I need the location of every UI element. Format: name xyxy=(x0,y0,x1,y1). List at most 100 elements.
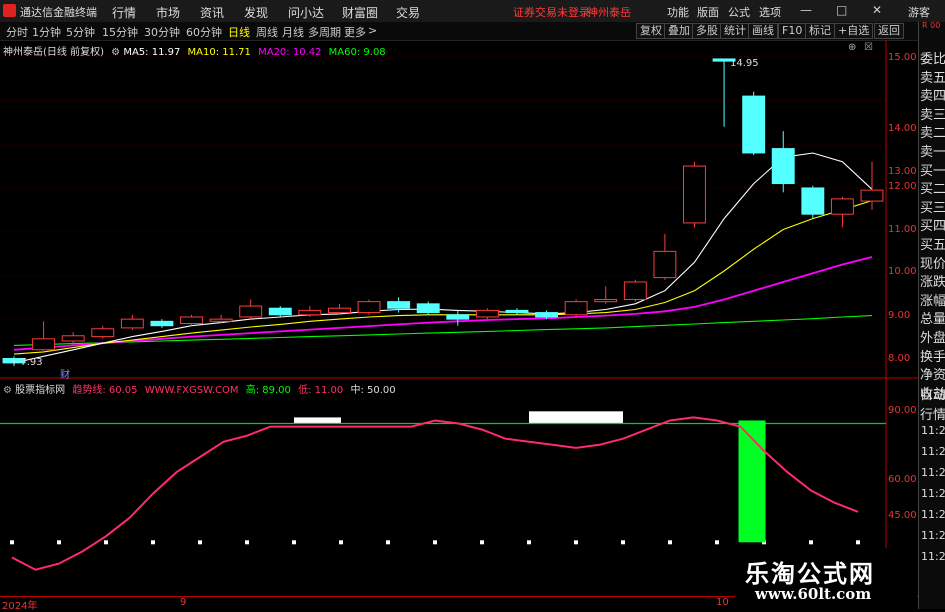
back-button[interactable]: 返回 xyxy=(874,23,904,39)
candle-body-13 xyxy=(387,301,411,309)
period-weekly[interactable]: 周线 xyxy=(256,24,278,40)
period-more[interactable]: 更多 xyxy=(344,24,366,40)
ma20-line xyxy=(13,256,873,351)
candle-body-21 xyxy=(623,281,647,300)
candle-body-4 xyxy=(120,318,144,329)
candle-body-1 xyxy=(32,338,56,351)
white-bar-1 xyxy=(529,411,623,424)
finance-marker[interactable]: 财 xyxy=(60,366,70,381)
panel-time-0: 11:26 xyxy=(921,424,945,437)
low-price-value: 7.93 xyxy=(20,357,43,368)
panel-item-17: 净资 xyxy=(920,368,945,384)
high-line-value: 高: 89.00 xyxy=(245,385,291,396)
panel-auto-item-1[interactable]: 行情 xyxy=(920,404,945,423)
mark-button[interactable]: 标记 xyxy=(805,23,835,39)
ind-tick-45: 45.00 xyxy=(888,510,917,521)
menu-hangqing[interactable]: 行情 xyxy=(112,4,136,21)
f10-button[interactable]: F10 xyxy=(778,23,807,39)
low-line-dot-30 xyxy=(715,540,719,545)
login-notice[interactable]: 证券交易未登录 xyxy=(513,4,590,20)
guest-user[interactable]: 游客 xyxy=(908,4,930,20)
menu-caifuquan[interactable]: 财富圈 xyxy=(342,4,378,21)
date-year: 2024年 xyxy=(2,601,38,612)
panel-time-4: 11:26 xyxy=(921,508,945,521)
panel-auto-item-0[interactable]: 自动 xyxy=(920,384,945,403)
panel-item-15: 外盘 xyxy=(920,331,945,346)
menu-xuanxiang[interactable]: 选项 xyxy=(759,4,781,20)
candle-body-2 xyxy=(61,335,85,342)
candle-body-29 xyxy=(860,189,884,202)
candle-body-7 xyxy=(209,318,233,322)
overlay-button[interactable]: 叠加 xyxy=(664,23,694,39)
period-fenshi[interactable]: 分时 xyxy=(6,24,28,40)
fuquan-button[interactable]: 复权 xyxy=(636,23,666,39)
date-month-10: 10 xyxy=(716,597,729,608)
low-line-dot-34 xyxy=(809,540,813,545)
multi-stock-button[interactable]: 多股 xyxy=(692,23,722,39)
menu-zixun[interactable]: 资讯 xyxy=(200,4,224,21)
chevron-right-icon[interactable]: > xyxy=(368,24,377,37)
candle-body-27 xyxy=(801,187,825,215)
menu-faxian[interactable]: 发现 xyxy=(244,4,268,21)
panel-time-1: 11:26 xyxy=(921,445,945,458)
watermark-url: www.60lt.com xyxy=(755,585,872,603)
price-tick-8: 8.00 xyxy=(888,353,911,364)
menu-wenxiaoda[interactable]: 问小达 xyxy=(288,4,324,21)
panel-item-5: 卖一 xyxy=(920,145,945,160)
candle-body-15 xyxy=(446,314,470,320)
menu-banmian[interactable]: 版面 xyxy=(697,4,719,20)
low-line-dot-28 xyxy=(668,540,672,545)
period-60min[interactable]: 60分钟 xyxy=(186,24,222,40)
kline-chart[interactable]: ↓ xyxy=(0,40,918,596)
low-line-dot-14 xyxy=(339,540,343,545)
period-monthly[interactable]: 月线 xyxy=(282,24,304,40)
period-30min[interactable]: 30分钟 xyxy=(144,24,180,40)
panel-item-14: 总量 xyxy=(920,312,945,328)
maximize-icon[interactable]: □ xyxy=(836,3,847,17)
draw-line-button[interactable]: 画线 xyxy=(748,23,778,39)
low-line-dot-4 xyxy=(104,540,108,545)
notice-stock-name: 神州泰岳 xyxy=(587,6,631,19)
add-watchlist-button[interactable]: +自选 xyxy=(834,23,874,39)
panel-item-16: 换手 xyxy=(920,349,945,365)
period-daily[interactable]: 日线 xyxy=(228,24,250,40)
price-tick-14: 14.00 xyxy=(888,123,917,134)
minimize-icon[interactable]: — xyxy=(800,3,812,17)
candle-body-25 xyxy=(742,95,766,154)
low-line-dot-24 xyxy=(574,540,578,545)
low-line-value: 低: 11.00 xyxy=(298,385,344,396)
indicator-legend: ⚙ 股票指标网 趋势线: 60.05 WWW.FXGSW.COM 高: 89.0… xyxy=(3,381,396,396)
candle-body-6 xyxy=(180,316,203,325)
menu-jiaoyi[interactable]: 交易 xyxy=(396,4,420,21)
candle-body-16 xyxy=(475,309,499,318)
low-line-dot-22 xyxy=(527,540,531,545)
panel-time-2: 11:26 xyxy=(921,466,945,479)
panel-item-3: 卖三 xyxy=(920,107,945,123)
price-tick-9: 9.00 xyxy=(888,310,911,321)
candle-body-9 xyxy=(268,307,292,316)
period-15min[interactable]: 15分钟 xyxy=(102,24,138,40)
panel-time-5: 11:26 xyxy=(921,529,945,542)
statistics-button[interactable]: 统计 xyxy=(720,23,750,39)
close-icon[interactable]: ✕ xyxy=(872,3,882,17)
menu-shichang[interactable]: 市场 xyxy=(156,4,180,21)
panel-item-10: 买五 xyxy=(920,238,945,253)
ma5-line xyxy=(13,152,873,364)
panel-item-4: 卖二 xyxy=(920,126,945,142)
candle-body-23 xyxy=(683,165,706,224)
menu-gongshi[interactable]: 公式 xyxy=(728,4,750,20)
low-line-dot-10 xyxy=(245,540,249,545)
high-price-annotation: 14.95 xyxy=(730,58,759,69)
menu-gongneng[interactable]: 功能 xyxy=(667,4,689,20)
panel-item-12: 涨跌 xyxy=(920,275,945,291)
candle-body-12 xyxy=(357,301,381,314)
period-5min[interactable]: 5分钟 xyxy=(66,24,95,40)
candle-body-26 xyxy=(771,148,795,185)
period-multi[interactable]: 多周期 xyxy=(308,24,341,40)
candle-body-19 xyxy=(564,301,588,316)
panel-item-2: 卖四 xyxy=(920,89,945,105)
mid-line-value: 中: 50.00 xyxy=(350,385,396,396)
low-line-dot-8 xyxy=(198,540,202,545)
period-1min[interactable]: 1分钟 xyxy=(32,24,61,40)
indicator-settings-icon[interactable]: ⚙ xyxy=(3,385,12,396)
